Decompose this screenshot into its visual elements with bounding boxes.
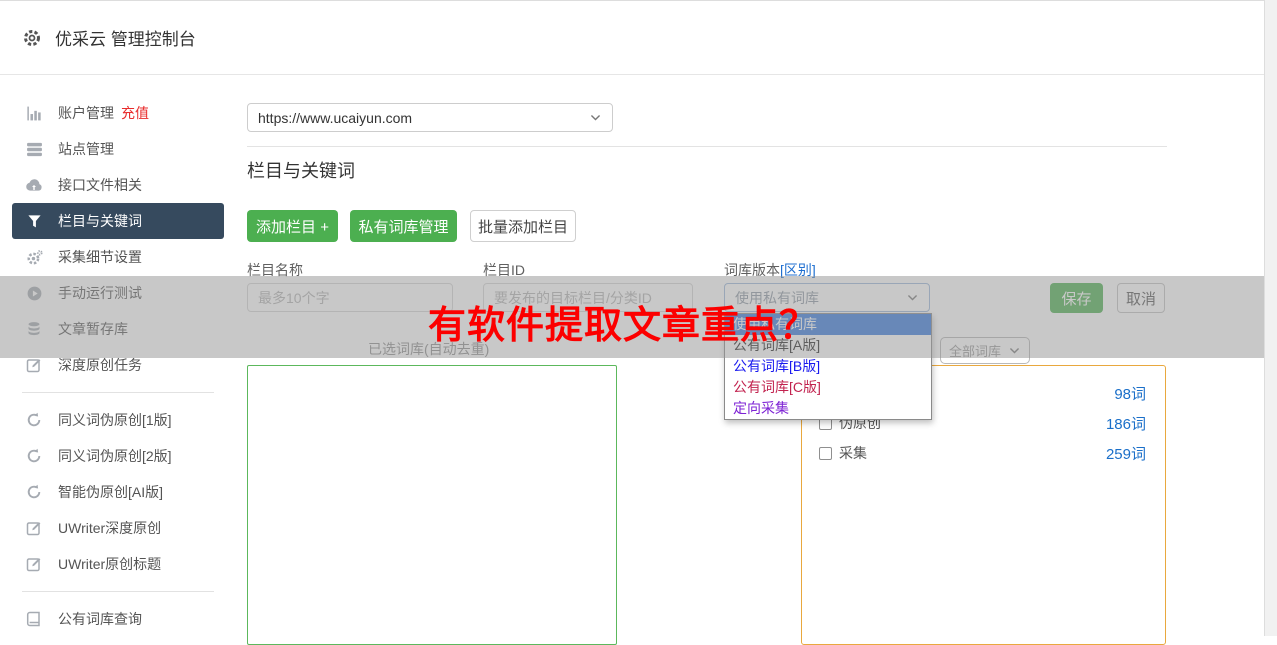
app-window: 优采云 管理控制台 账户管理充值站点管理接口文件相关栏目与关键词采集细节设置手动… bbox=[0, 0, 1277, 636]
sidebar-item-label: 同义词伪原创[2版] bbox=[58, 446, 172, 466]
sidebar-item[interactable]: 智能伪原创[AI版] bbox=[12, 474, 224, 510]
sidebar-item[interactable]: UWriter原创标题 bbox=[12, 546, 224, 582]
dict-filter-value: 全部词库 bbox=[949, 341, 1001, 360]
dict-option[interactable]: 公有词库[C版] bbox=[725, 377, 931, 398]
recharge-badge[interactable]: 充值 bbox=[121, 103, 149, 123]
sidebar-divider bbox=[22, 591, 214, 592]
refresh-icon bbox=[24, 412, 44, 428]
sidebar-item[interactable]: 深度原创任务 bbox=[12, 347, 224, 383]
sidebar-item-label: 站点管理 bbox=[58, 139, 114, 159]
edit-icon bbox=[24, 357, 44, 373]
sidebar-divider bbox=[22, 392, 214, 393]
cancel-button[interactable]: 取消 bbox=[1117, 283, 1165, 313]
chevron-down-icon bbox=[906, 291, 919, 304]
word-count: 98词 bbox=[1114, 383, 1146, 404]
dict-filter-select[interactable]: 全部词库 bbox=[940, 337, 1030, 364]
sidebar-item-label: 栏目与关键词 bbox=[58, 211, 142, 231]
book-icon bbox=[24, 611, 44, 627]
sidebar-item-label: 智能伪原创[AI版] bbox=[58, 482, 163, 502]
dict-version-label: 词库版本[区别] bbox=[724, 260, 816, 280]
sidebar-item-label: 同义词伪原创[1版] bbox=[58, 410, 172, 430]
dict-version-link[interactable]: [区别] bbox=[780, 262, 816, 278]
sidebar: 账户管理充值站点管理接口文件相关栏目与关键词采集细节设置手动运行测试文章暂存库深… bbox=[12, 95, 224, 637]
sidebar-item[interactable]: 手动运行测试 bbox=[12, 275, 224, 311]
dict-option[interactable]: 定向采集 bbox=[725, 398, 931, 419]
chevron-down-icon bbox=[589, 111, 602, 124]
cloud-upload-icon bbox=[24, 176, 44, 194]
watermark-question: 有软件提取文章重点？ bbox=[428, 294, 818, 349]
word-count: 259词 bbox=[1106, 443, 1146, 464]
save-button[interactable]: 保存 bbox=[1050, 283, 1103, 313]
sidebar-item[interactable]: 栏目与关键词 bbox=[12, 203, 224, 239]
funnel-icon bbox=[24, 214, 44, 229]
sidebar-item-label: 接口文件相关 bbox=[58, 175, 142, 195]
sidebar-item[interactable]: 文章暂存库 bbox=[12, 311, 224, 347]
edit-icon bbox=[24, 556, 44, 572]
sidebar-item[interactable]: 同义词伪原创[2版] bbox=[12, 438, 224, 474]
sidebar-item[interactable]: 公有词库查询 bbox=[12, 601, 224, 637]
app-title: 优采云 管理控制台 bbox=[55, 25, 196, 50]
column-id-label: 栏目ID bbox=[483, 260, 525, 280]
dict-version-label-text: 词库版本 bbox=[724, 262, 780, 278]
sidebar-item-label: 公有词库查询 bbox=[58, 609, 142, 629]
scrollbar-track[interactable] bbox=[1264, 0, 1277, 636]
database-icon bbox=[24, 321, 44, 337]
divider bbox=[247, 146, 1167, 147]
add-column-button[interactable]: 添加栏目 + bbox=[247, 210, 338, 242]
gear-icon bbox=[22, 28, 42, 48]
chevron-down-icon bbox=[1008, 344, 1021, 357]
sidebar-item-label: UWriter原创标题 bbox=[58, 554, 161, 574]
dict-row-label: 采集 bbox=[839, 443, 867, 463]
page-title: 栏目与关键词 bbox=[247, 157, 355, 183]
app-header: 优采云 管理控制台 bbox=[0, 0, 1277, 75]
edit-icon bbox=[24, 520, 44, 536]
sidebar-item-label: UWriter深度原创 bbox=[58, 518, 161, 538]
refresh-icon bbox=[24, 484, 44, 500]
gears-icon bbox=[24, 249, 44, 266]
selected-dict-box bbox=[247, 365, 617, 645]
word-count: 186词 bbox=[1106, 413, 1146, 434]
checkbox[interactable] bbox=[819, 447, 832, 460]
sidebar-item-label: 账户管理 bbox=[58, 103, 114, 123]
sidebar-item[interactable]: 同义词伪原创[1版] bbox=[12, 402, 224, 438]
sidebar-item-label: 文章暂存库 bbox=[58, 319, 128, 339]
sidebar-item[interactable]: UWriter深度原创 bbox=[12, 510, 224, 546]
sidebar-item-label: 手动运行测试 bbox=[58, 283, 142, 303]
sidebar-item[interactable]: 账户管理充值 bbox=[12, 95, 224, 131]
column-name-label: 栏目名称 bbox=[247, 260, 303, 280]
column-name-input[interactable] bbox=[247, 283, 453, 312]
site-select-value: https://www.ucaiyun.com bbox=[258, 110, 412, 126]
private-dict-button[interactable]: 私有词库管理 bbox=[350, 210, 457, 242]
site-select[interactable]: https://www.ucaiyun.com bbox=[247, 103, 613, 132]
refresh-icon bbox=[24, 448, 44, 464]
dict-option[interactable]: 公有词库[B版] bbox=[725, 356, 931, 377]
play-circle-icon bbox=[24, 285, 44, 302]
sidebar-item-label: 深度原创任务 bbox=[58, 355, 142, 375]
sidebar-item[interactable]: 采集细节设置 bbox=[12, 239, 224, 275]
sidebar-item-label: 采集细节设置 bbox=[58, 247, 142, 267]
dict-row: 采集 259词 bbox=[819, 443, 1146, 463]
sidebar-item[interactable]: 接口文件相关 bbox=[12, 167, 224, 203]
server-stack-icon bbox=[24, 141, 44, 158]
sidebar-item[interactable]: 站点管理 bbox=[12, 131, 224, 167]
bar-chart-icon bbox=[24, 105, 44, 122]
batch-add-button[interactable]: 批量添加栏目 bbox=[470, 210, 576, 242]
